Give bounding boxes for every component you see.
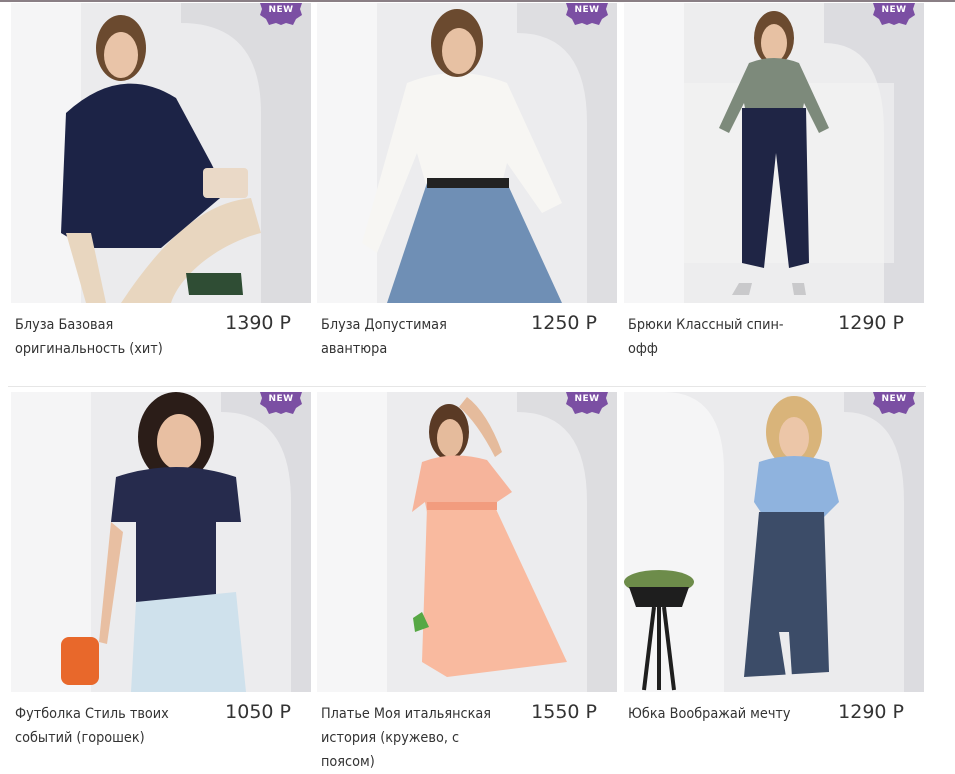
product-image xyxy=(624,3,924,303)
new-badge: NEW xyxy=(260,3,302,25)
product-photo[interactable]: NEW xyxy=(11,3,311,303)
new-badge: NEW xyxy=(873,3,915,25)
product-image xyxy=(11,3,311,303)
product-name[interactable]: Футболка Стиль твоих событий (горошек) xyxy=(15,702,199,750)
product-price: 1390 Р xyxy=(225,312,291,334)
product-name[interactable]: Брюки Классный спин-офф xyxy=(628,313,812,361)
product-card[interactable]: NEW Юбка Воображай мечту 1290 Р xyxy=(624,392,924,762)
product-price: 1250 Р xyxy=(531,312,597,334)
new-badge-label: NEW xyxy=(268,5,294,15)
product-image xyxy=(317,3,617,303)
new-badge: NEW xyxy=(873,392,915,414)
new-badge-label: NEW xyxy=(574,394,600,404)
product-image xyxy=(11,392,311,692)
new-badge: NEW xyxy=(566,392,608,414)
product-card[interactable]: NEW Платье Моя итальянская история (круж… xyxy=(317,392,617,770)
product-card[interactable]: NEW Блуза Допустимая авантюра 1250 Р xyxy=(317,3,617,373)
product-photo[interactable]: NEW xyxy=(317,3,617,303)
product-photo[interactable]: NEW xyxy=(624,392,924,692)
product-name[interactable]: Юбка Воображай мечту xyxy=(628,702,812,726)
new-badge-label: NEW xyxy=(574,5,600,15)
product-price: 1050 Р xyxy=(225,701,291,723)
product-price: 1290 Р xyxy=(838,701,904,723)
product-name[interactable]: Платье Моя итальянская история (кружево,… xyxy=(321,702,505,774)
product-card[interactable]: NEW Брюки Классный спин-офф 1290 Р xyxy=(624,3,924,373)
product-card[interactable]: NEW Футболка Стиль твоих событий (гороше… xyxy=(11,392,311,762)
product-photo[interactable]: NEW xyxy=(624,3,924,303)
new-badge: NEW xyxy=(566,3,608,25)
product-name[interactable]: Блуза Допустимая авантюра xyxy=(321,313,505,361)
product-price: 1290 Р xyxy=(838,312,904,334)
new-badge: NEW xyxy=(260,392,302,414)
product-photo[interactable]: NEW xyxy=(11,392,311,692)
product-name[interactable]: Блуза Базовая оригинальность (хит) xyxy=(15,313,199,361)
new-badge-label: NEW xyxy=(881,394,907,404)
row-divider xyxy=(8,386,926,387)
product-image xyxy=(317,392,617,692)
product-image xyxy=(624,392,924,692)
new-badge-label: NEW xyxy=(881,5,907,15)
product-photo[interactable]: NEW xyxy=(317,392,617,692)
product-price: 1550 Р xyxy=(531,701,597,723)
product-card[interactable]: NEW Блуза Базовая оригинальность (хит) 1… xyxy=(11,3,311,373)
top-border xyxy=(0,0,955,2)
new-badge-label: NEW xyxy=(268,394,294,404)
